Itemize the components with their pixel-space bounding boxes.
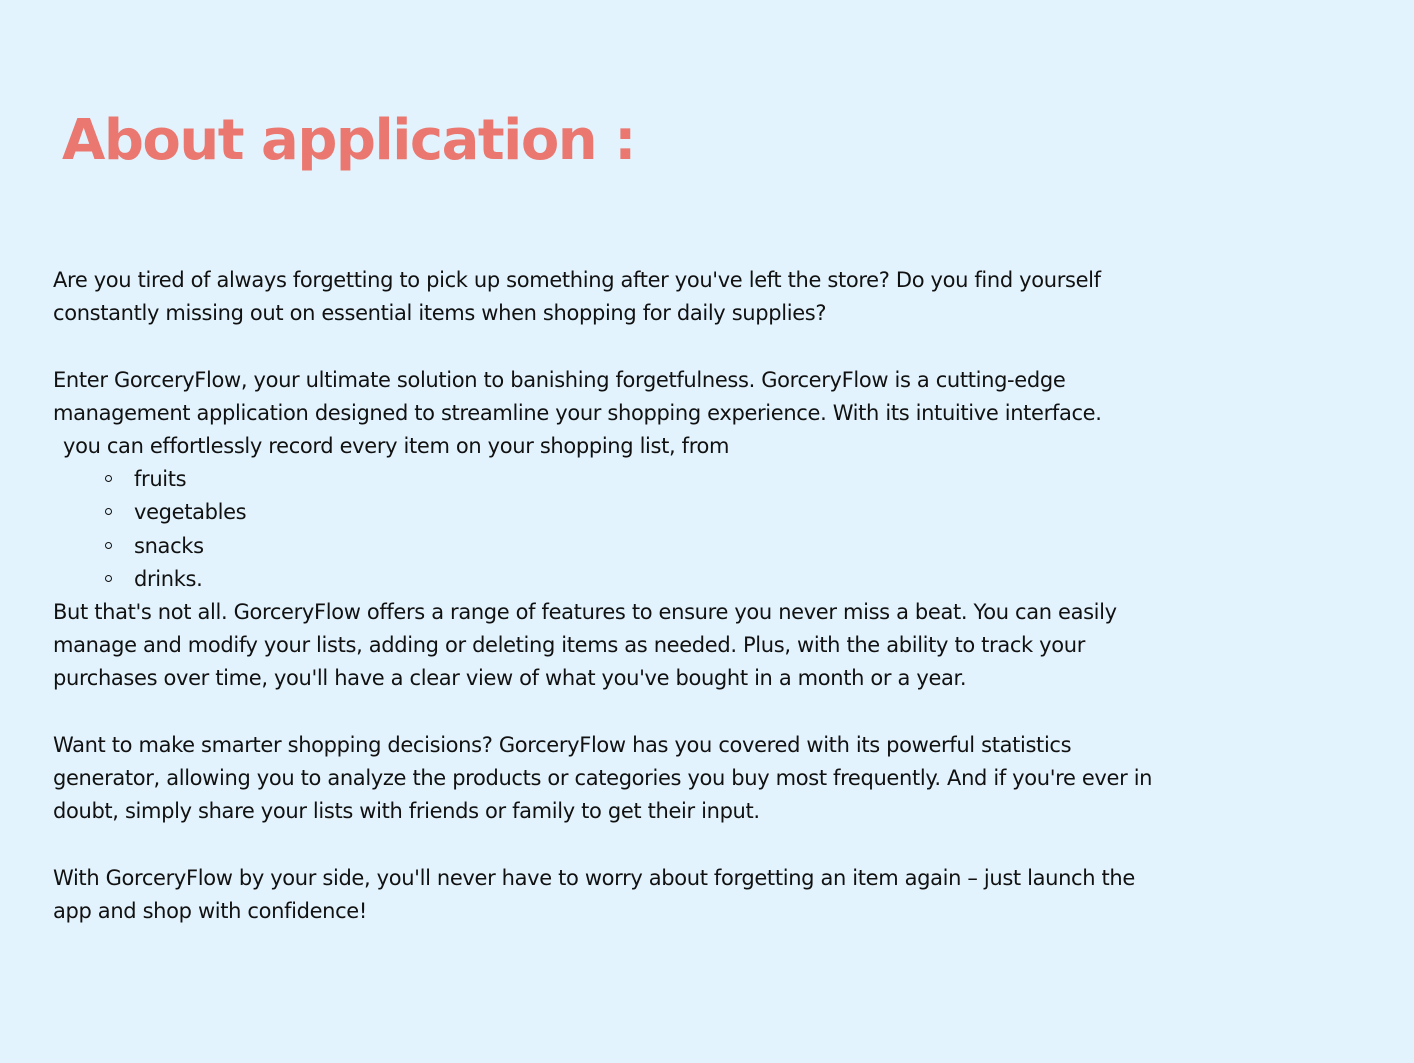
list-item: snacks — [105, 530, 1353, 563]
item-category-list: fruits vegetables snacks drinks. — [53, 463, 1353, 596]
intro-line: Are you tired of always forgetting to pi… — [53, 268, 1101, 292]
statistics-line: generator, allowing you to analyze the p… — [53, 766, 1153, 791]
circle-bullet-icon — [105, 541, 112, 549]
features-line: But that's not all. GorceryFlow offers a… — [53, 600, 1117, 625]
page-title: About application : — [62, 108, 637, 173]
list-item-label: fruits — [134, 467, 187, 492]
about-content: Are you tired of always forgetting to pi… — [53, 264, 1353, 928]
list-item-label: drinks. — [134, 566, 203, 591]
features-line: manage and modify your lists, adding or … — [53, 633, 1085, 658]
closing-line: app and shop with confidence! — [53, 898, 367, 923]
intro-line: constantly missing out on essential item… — [53, 301, 827, 326]
enter-line: management application designed to strea… — [53, 400, 1102, 425]
list-item-label: vegetables — [134, 500, 247, 525]
list-item: drinks. — [105, 563, 1353, 596]
closing-line: With GorceryFlow by your side, you'll ne… — [53, 865, 1135, 890]
enter-line: you can effortlessly record every item o… — [63, 434, 730, 458]
list-item: vegetables — [105, 496, 1353, 529]
list-item-label: snacks — [134, 533, 204, 558]
statistics-line: doubt, simply share your lists with frie… — [53, 799, 760, 824]
enter-line: Enter GorceryFlow, your ultimate solutio… — [53, 367, 1066, 392]
features-line: purchases over time, you'll have a clear… — [53, 666, 967, 691]
circle-bullet-icon — [105, 574, 112, 582]
circle-bullet-icon — [105, 508, 112, 516]
statistics-line: Want to make smarter shopping decisions?… — [53, 732, 1072, 757]
list-item: fruits — [105, 463, 1353, 496]
circle-bullet-icon — [105, 475, 112, 483]
